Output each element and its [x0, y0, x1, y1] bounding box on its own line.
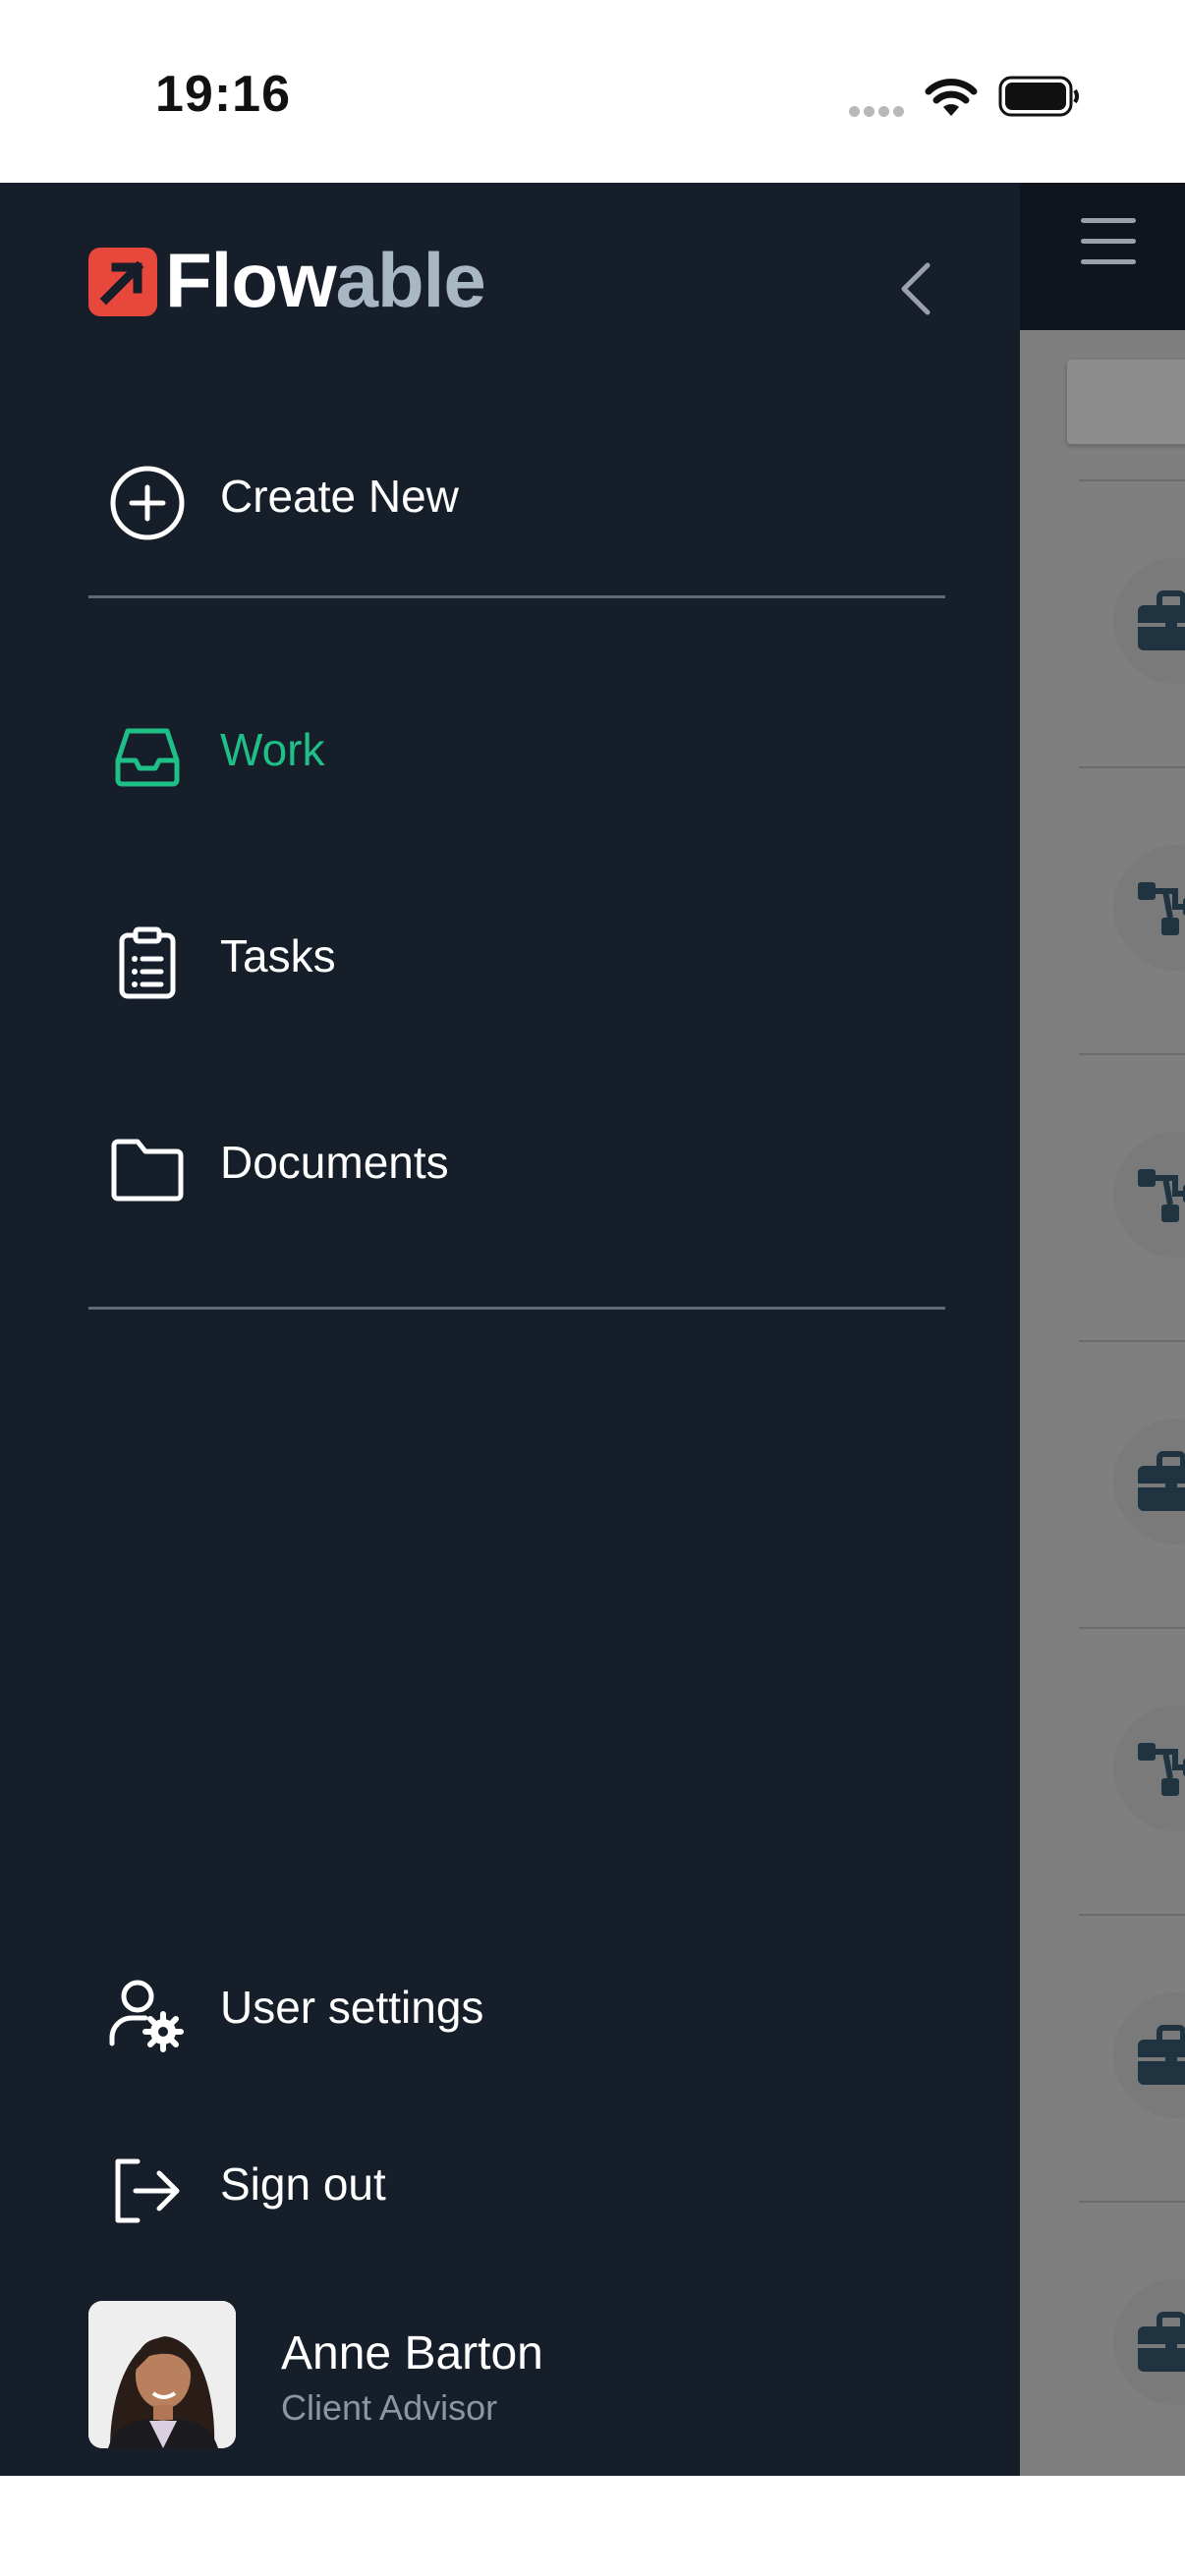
briefcase-icon	[1138, 1451, 1185, 1511]
create-new-button[interactable]: Create New	[0, 440, 1020, 548]
clipboard-list-icon	[108, 924, 187, 1002]
sidebar-item-label: Work	[220, 724, 325, 775]
divider	[88, 1307, 945, 1310]
create-new-label: Create New	[220, 471, 459, 522]
status-bar: 19:16	[0, 0, 1185, 183]
user-settings-label: User settings	[220, 1982, 484, 2033]
user-settings-button[interactable]: User settings	[0, 1951, 1020, 2059]
chevron-left-icon	[901, 262, 931, 315]
sign-out-label: Sign out	[220, 2158, 386, 2210]
briefcase-icon	[1138, 2312, 1185, 2372]
sidebar-item-documents[interactable]: Documents	[0, 1106, 1020, 1214]
status-time: 19:16	[155, 66, 291, 123]
user-gear-icon	[108, 1975, 187, 2053]
divider	[88, 595, 945, 598]
user-name: Anne Barton	[281, 2327, 543, 2380]
cellular-signal-icon	[849, 104, 908, 122]
sidebar-item-label: Documents	[220, 1137, 449, 1188]
sign-out-button[interactable]: Sign out	[0, 2128, 1020, 2236]
briefcase-icon	[1138, 590, 1185, 650]
logo-flow: Flow	[165, 237, 337, 323]
process-icon	[1138, 1169, 1185, 1222]
battery-icon	[998, 75, 1081, 123]
process-icon	[1138, 882, 1185, 935]
list-item	[1079, 1340, 1185, 1627]
inbox-icon	[108, 717, 187, 796]
user-role: Client Advisor	[281, 2387, 498, 2428]
background-search-box	[1067, 360, 1185, 444]
hamburger-menu-icon[interactable]	[1081, 218, 1136, 265]
list-item	[1079, 1627, 1185, 1914]
plus-circle-icon	[108, 464, 187, 542]
list-item	[1079, 1914, 1185, 2201]
navigation-drawer: Flowable Create New Work Tasks Documents…	[0, 183, 1020, 2476]
sidebar-item-label: Tasks	[220, 930, 336, 981]
sidebar-item-tasks[interactable]: Tasks	[0, 900, 1020, 1008]
home-indicator-area	[0, 2476, 1185, 2576]
background-header	[1018, 183, 1185, 330]
list-item	[1079, 766, 1185, 1053]
process-icon	[1138, 1743, 1185, 1796]
sign-out-icon	[108, 2152, 187, 2230]
folder-icon	[108, 1130, 187, 1208]
background-app	[1018, 183, 1185, 2476]
logo-wordmark: Flowable	[165, 242, 486, 318]
logo-able: able	[335, 237, 486, 323]
avatar	[88, 2301, 236, 2448]
flowable-logo-icon	[88, 248, 157, 321]
list-item	[1079, 1053, 1185, 1340]
wifi-icon	[924, 77, 979, 123]
collapse-drawer-button[interactable]	[896, 259, 935, 318]
briefcase-icon	[1138, 2025, 1185, 2085]
list-item	[1079, 479, 1185, 766]
user-profile[interactable]: Anne Barton Client Advisor	[88, 2301, 973, 2448]
sidebar-item-work[interactable]: Work	[0, 694, 1020, 802]
list-item	[1079, 2201, 1185, 2476]
